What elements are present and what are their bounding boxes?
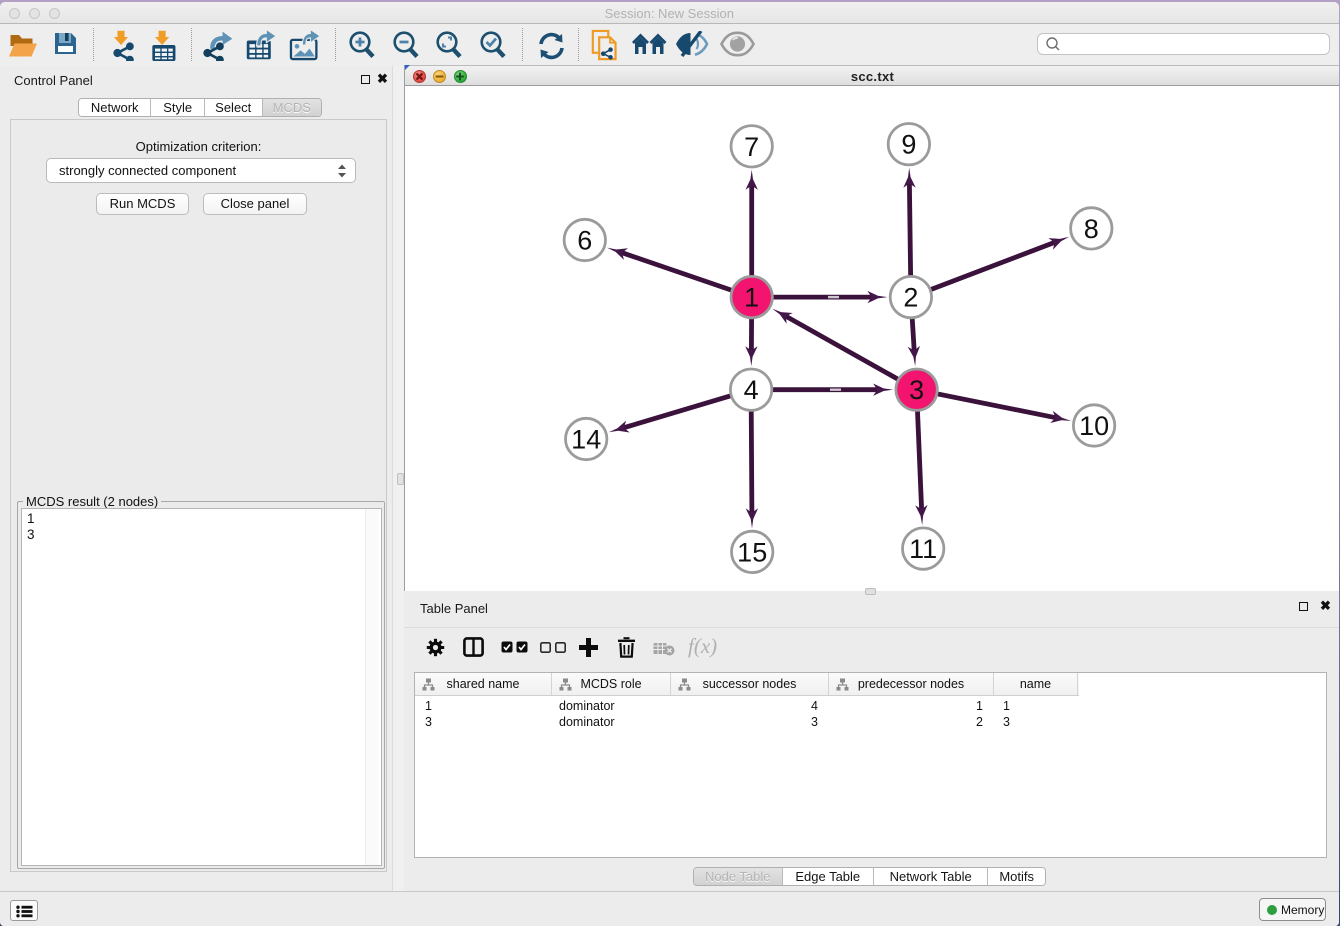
svg-text:4: 4: [744, 375, 759, 405]
svg-text:11: 11: [909, 534, 937, 564]
svg-text:14: 14: [571, 425, 601, 455]
svg-text:10: 10: [1079, 411, 1109, 441]
svg-text:2: 2: [903, 283, 918, 313]
svg-text:7: 7: [744, 132, 759, 162]
svg-text:15: 15: [737, 537, 767, 567]
svg-text:8: 8: [1084, 214, 1099, 244]
svg-text:1: 1: [744, 283, 759, 313]
svg-text:3: 3: [909, 375, 924, 405]
svg-text:6: 6: [577, 226, 592, 256]
svg-text:9: 9: [901, 130, 916, 160]
